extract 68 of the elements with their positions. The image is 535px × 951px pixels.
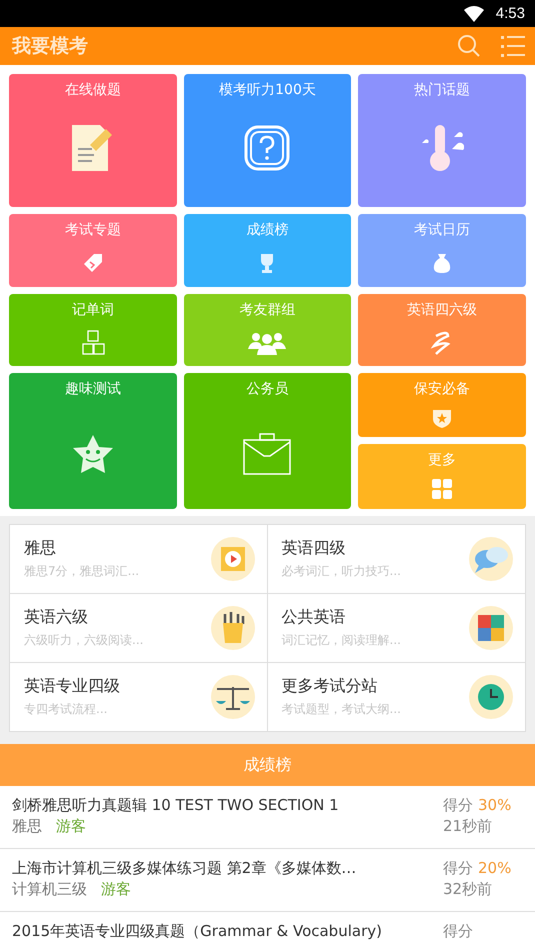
status-time: 4:53 [496, 5, 525, 22]
record-title: 2015年英语专业四级真题（Grammar & Vocabulary) [12, 922, 383, 941]
menu-tile[interactable]: 英语四六级 [358, 294, 526, 366]
exam-title: 更多考试分站 [282, 676, 378, 697]
ranking-row[interactable]: 剑桥雅思听力真题辑 10 TEST TWO SECTION 1 雅思 游客 得分 30% 21秒前 [0, 786, 535, 849]
pencil-cup-icon [210, 606, 254, 650]
app-title: 我要模考 [12, 34, 89, 59]
menu-icon[interactable] [501, 35, 525, 57]
exam-subtitle: 雅思7分，雅思词汇... [24, 563, 140, 580]
menu-tile[interactable]: 考友群组 [184, 294, 352, 366]
exam-subtitle: 六级听力，六级阅读... [24, 632, 144, 649]
menu-tile[interactable]: 考试专题 [9, 214, 177, 287]
wifi-icon [464, 6, 484, 22]
exam-title: 雅思 [24, 538, 57, 559]
exam-item[interactable]: 更多考试分站 考试题型，考试大纲... [268, 663, 525, 731]
video-icon [210, 537, 254, 581]
exam-subtitle: 专四考试流程... [24, 701, 108, 718]
record-time: 21秒前 [443, 817, 494, 836]
money-bag-icon [432, 252, 452, 274]
briefcase-icon [242, 432, 292, 476]
exam-subtitle: 必考词汇，听力技巧... [282, 563, 402, 580]
menu-tile[interactable]: 记单词 [9, 294, 177, 366]
menu-tile[interactable]: 在线做题 [9, 74, 177, 207]
menu-tile[interactable]: 趣味测试 [9, 373, 177, 509]
menu-tile[interactable]: 保安必备 [358, 373, 526, 437]
exam-title: 公共英语 [282, 607, 346, 628]
tag-icon [82, 252, 104, 274]
exam-item[interactable]: 英语专业四级 专四考试流程... [10, 663, 268, 731]
menu-tile[interactable]: 成绩榜 [184, 214, 352, 287]
exam-title: 英语专业四级 [24, 676, 121, 697]
calculator-icon [469, 606, 513, 650]
menu-tile[interactable]: 公务员 [184, 373, 352, 509]
score-value: 20% [478, 859, 512, 878]
thermometer-icon [420, 123, 464, 173]
ranking-row[interactable]: 2015年英语专业四级真题（Grammar & Vocabulary) 得分 [0, 912, 535, 951]
score-value: 30% [478, 796, 512, 815]
record-title: 剑桥雅思听力真题辑 10 TEST TWO SECTION 1 [12, 796, 340, 815]
exam-title: 英语四级 [282, 538, 346, 559]
record-user: 游客 [101, 880, 131, 899]
record-time: 32秒前 [443, 880, 494, 899]
exam-subtitle: 考试题型，考试大纲... [282, 701, 402, 718]
chat-icon [469, 537, 513, 581]
record-title: 上海市计算机三级多媒体练习题 第2章《多媒体数… [12, 859, 358, 878]
exam-item[interactable]: 英语六级 六级听力，六级阅读... [10, 594, 268, 663]
group-icon [248, 330, 286, 354]
record-user: 游客 [56, 817, 86, 836]
menu-tile[interactable]: 更多 [358, 444, 526, 509]
exam-title: 英语六级 [24, 607, 89, 628]
exam-item[interactable]: 英语四级 必考词汇，听力技巧... [268, 525, 525, 594]
score-label: 得分 [443, 796, 473, 815]
ranking-row[interactable]: 上海市计算机三级多媒体练习题 第2章《多媒体数… 计算机三级 游客 得分 20% 32秒前 [0, 849, 535, 912]
grid-icon [432, 479, 452, 499]
score-label: 得分 [443, 859, 473, 878]
exam-item[interactable]: 雅思 雅思7分，雅思词汇... [10, 525, 268, 594]
search-icon[interactable] [457, 34, 481, 58]
exam-subtitle: 词汇记忆，阅读理解... [282, 632, 402, 649]
question-icon [244, 125, 290, 171]
smiling-star-icon [72, 434, 114, 474]
record-category: 雅思 [12, 817, 42, 836]
clock-icon [469, 675, 513, 719]
scale-icon [210, 675, 254, 719]
menu-tile[interactable]: 考试日历 [358, 214, 526, 287]
score-label: 得分 [443, 922, 473, 941]
ranking-header: 成绩榜 [0, 744, 535, 786]
exam-item[interactable]: 公共英语 词汇记忆，阅读理解... [268, 594, 525, 663]
menu-tile[interactable]: 模考听力100天 [184, 74, 352, 207]
record-category: 计算机三级 [12, 880, 87, 899]
menu-tile[interactable]: 热门话题 [358, 74, 526, 207]
